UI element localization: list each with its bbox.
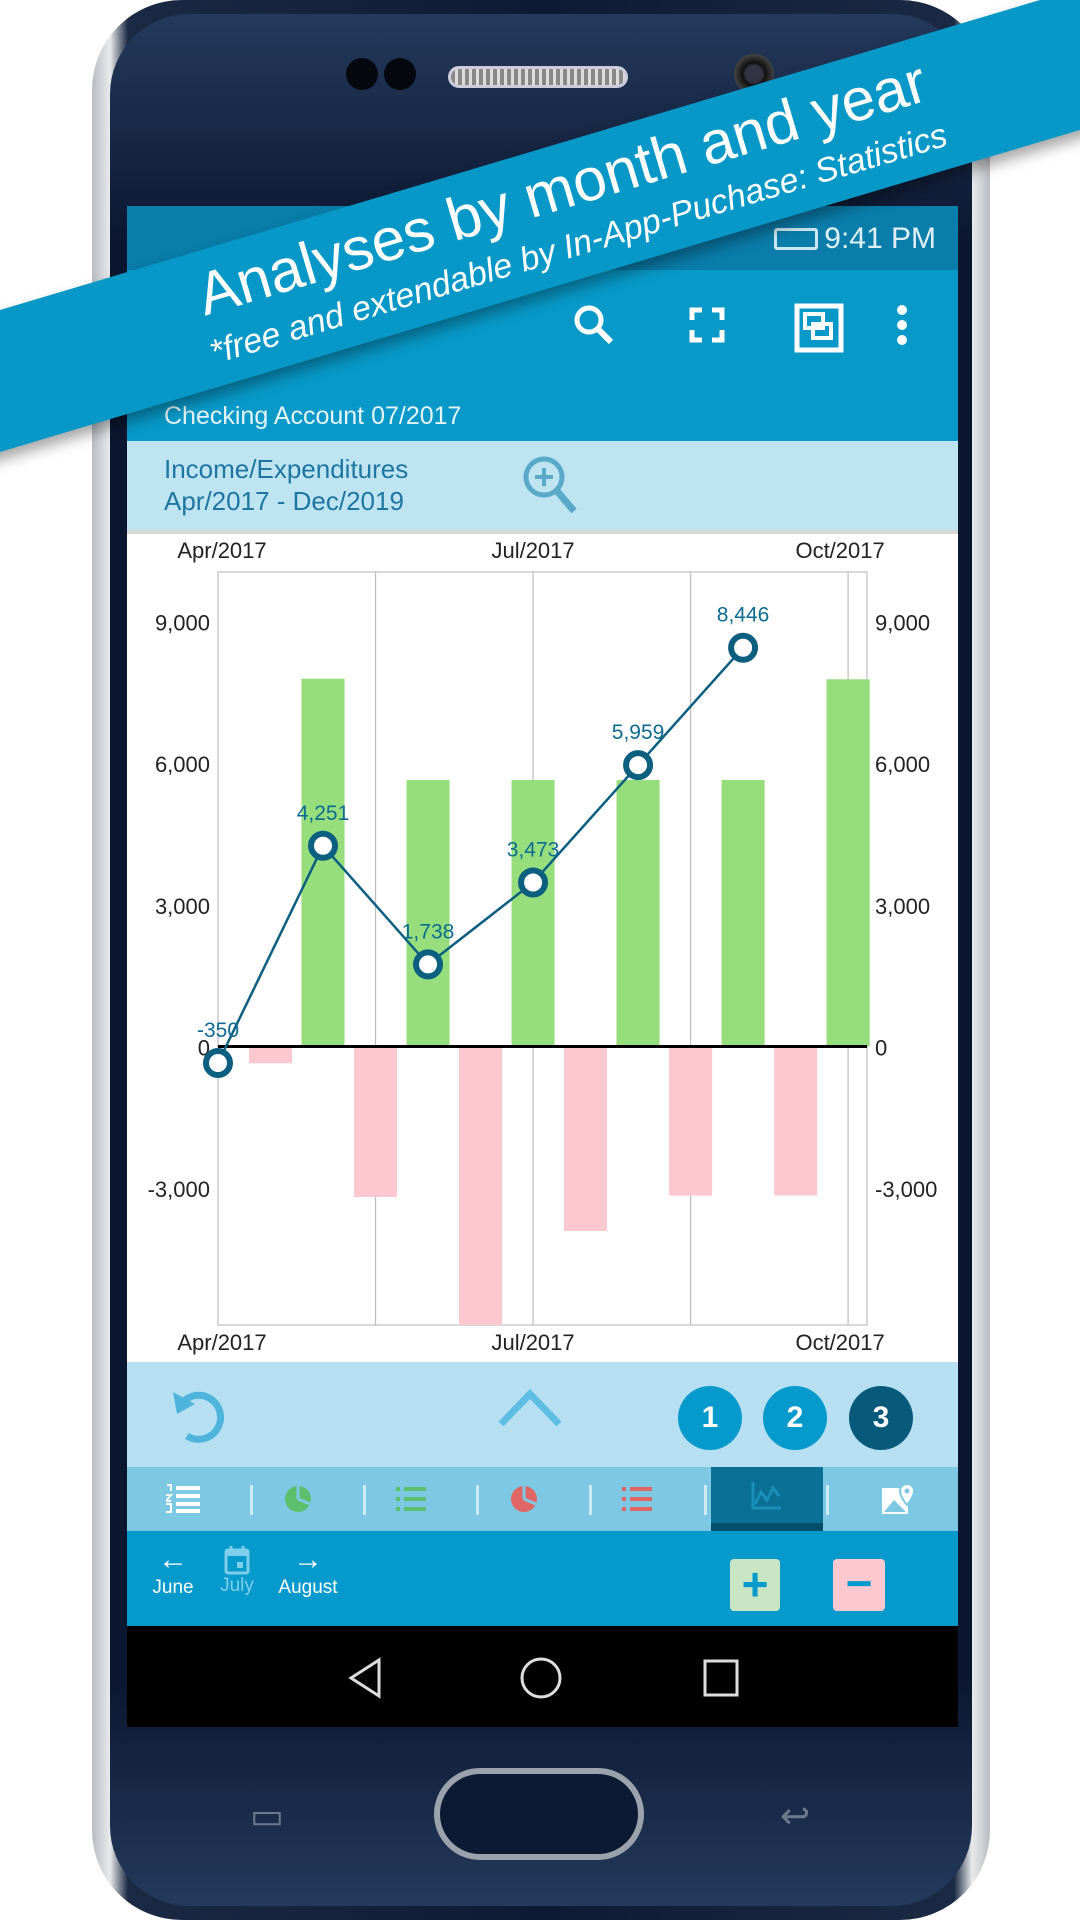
recents-icon[interactable] [701,1656,741,1700]
y-tick-label-left: 9,000 [155,611,210,636]
tab-line-chart[interactable] [711,1467,823,1531]
tab-expense-pie[interactable] [468,1467,580,1531]
prev-month-label: June [152,1577,194,1598]
search-icon[interactable] [569,300,619,350]
next-month-button[interactable]: → August [263,1543,353,1599]
view-tabs [127,1467,958,1531]
expenditure-bar [669,1046,713,1196]
y-tick-label-left: 6,000 [155,752,210,777]
list-icon [396,1487,426,1511]
screen: 9:41 PM Checking Account 07/2017 Income/… [127,206,958,1727]
tab-income-pie[interactable] [242,1467,354,1531]
income-bar [616,780,660,1047]
status-time: 9:41 PM [824,222,936,255]
balance-label: 1,738 [402,920,455,943]
hardware-back-icon[interactable]: ↩ [780,1795,810,1837]
balance-point [623,750,654,781]
line-chart-icon [751,1482,781,1510]
income-bar [721,780,765,1047]
page-button-1[interactable]: 1 [678,1386,742,1450]
tab-expense-list[interactable] [581,1467,693,1531]
balance-label: 3,473 [507,839,560,862]
balance-point [308,830,339,861]
y-tick-label-left: -3,000 [148,1177,210,1202]
current-month-label: July [220,1575,254,1596]
add-income-button[interactable]: + [730,1559,780,1611]
numbered-list-icon [166,1484,200,1513]
more-vert-icon[interactable] [887,300,917,350]
hardware-recents-icon[interactable]: ▭ [250,1795,284,1837]
undo-icon[interactable] [167,1384,231,1448]
expenditure-bar [353,1046,398,1198]
balance-point [518,867,549,898]
y-tick-label-right: -3,000 [875,1177,937,1202]
y-tick-label-right: 6,000 [875,752,930,777]
tab-numbered-list[interactable] [127,1467,239,1531]
x-tick-label-top: Oct/2017 [795,538,884,563]
income-bar [826,679,870,1047]
expenditure-bar [564,1046,608,1232]
x-tick-label-top: Jul/2017 [491,538,574,563]
expenditure-bar [774,1046,818,1196]
x-tick-label-top: Apr/2017 [177,538,266,563]
y-tick-label-right: 9,000 [875,611,930,636]
x-tick-label-bottom: Apr/2017 [177,1330,266,1355]
income-bar [406,780,450,1047]
y-tick-label-right: 0 [875,1035,887,1060]
home-icon[interactable] [519,1656,563,1700]
chart-controls: 1 2 3 [127,1362,958,1467]
month-navigation: ← June July → August + − [127,1531,958,1626]
fullscreen-icon[interactable] [682,300,732,350]
earpiece-speaker [448,66,628,88]
pie-chart-icon [285,1486,311,1512]
balance-label: 8,446 [717,604,770,627]
pie-chart-icon [511,1486,537,1512]
arrow-right-icon: → [293,1543,323,1576]
system-navigation-bar [127,1626,958,1727]
hardware-home-button[interactable] [434,1768,644,1860]
balance-label: 4,251 [297,802,350,825]
page-button-3[interactable]: 3 [849,1386,913,1450]
map-icon [882,1482,916,1514]
expenditure-bar [248,1046,293,1064]
balance-label: -350 [197,1019,239,1042]
battery-icon [774,228,818,250]
account-title: Checking Account 07/2017 [164,402,462,430]
report-range: Apr/2017 - Dec/2019 [164,486,404,516]
report-header: Income/Expenditures Apr/2017 - Dec/2019 [127,441,958,534]
sensor [384,58,416,90]
chevron-up-icon[interactable] [497,1388,563,1428]
next-month-label: August [278,1577,338,1598]
x-tick-label-bottom: Jul/2017 [491,1330,574,1355]
balance-point [413,949,444,980]
page-button-2[interactable]: 2 [763,1386,827,1450]
zoom-in-icon[interactable] [520,453,580,517]
tab-income-list[interactable] [355,1467,467,1531]
income-bar [511,780,555,1047]
balance-label: 5,959 [612,721,665,744]
y-tick-label-right: 3,000 [875,894,930,919]
calendar-icon [224,1546,250,1575]
sensor [346,58,378,90]
select-frame-icon[interactable] [791,300,847,356]
balance-point [728,632,759,663]
tab-divider [826,1485,829,1515]
tab-map[interactable] [842,1467,954,1531]
balance-point [203,1047,233,1078]
list-icon [622,1487,652,1511]
income-expenditure-chart: -3,000 -3,0000 03,000 3,0006,000 6,0009,000 9… [148,538,938,1355]
report-title: Income/Expenditures [164,454,409,484]
back-icon[interactable] [345,1656,385,1700]
y-tick-label-left: 3,000 [155,894,210,919]
expenditure-bar [459,1046,503,1325]
tab-divider [704,1485,707,1515]
add-expense-button[interactable]: − [833,1559,885,1611]
x-tick-label-bottom: Oct/2017 [795,1330,884,1355]
